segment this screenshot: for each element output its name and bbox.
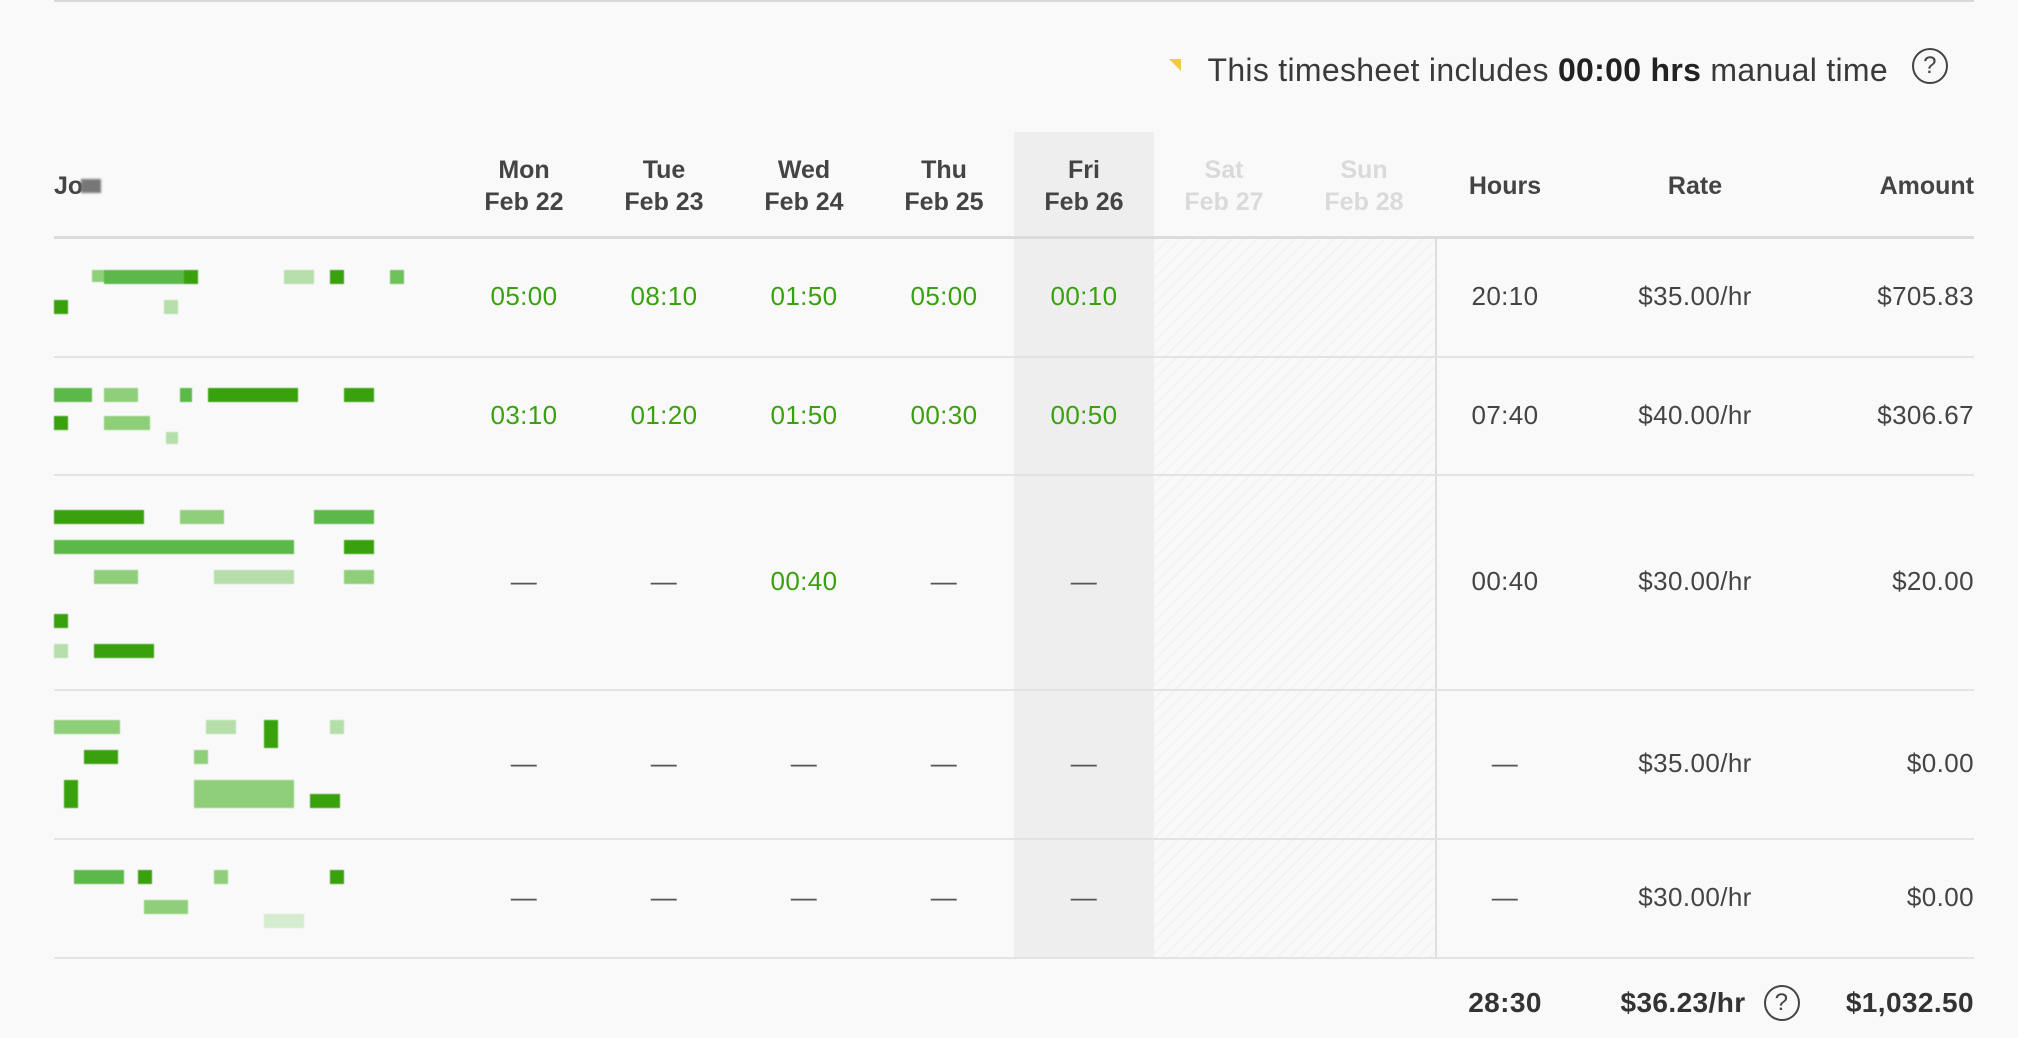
time-cell[interactable]: — [464, 741, 584, 785]
time-cell[interactable]: — [464, 559, 584, 603]
time-cell[interactable]: 05:00 [464, 274, 584, 318]
time-cell[interactable]: 00:10 [1024, 274, 1144, 318]
weekend-hatched-area [1154, 239, 1436, 958]
row-amount: $0.00 [1906, 747, 1974, 778]
time-cell[interactable]: 01:20 [604, 393, 724, 437]
header-day-fri: Fri Feb 26 [1024, 150, 1144, 222]
header-date: Feb 28 [1324, 188, 1404, 216]
row-hours: 07:40 [1471, 399, 1539, 430]
header-amount: Amount [1879, 172, 1974, 200]
time-cell[interactable]: 08:10 [604, 274, 724, 318]
row-rate: $35.00/hr [1638, 280, 1752, 311]
row-hours: — [1491, 881, 1519, 912]
time-cell[interactable]: — [604, 559, 724, 603]
header-dow: Mon [498, 156, 550, 184]
header-date: Feb 23 [624, 188, 704, 216]
time-cell[interactable]: 03:10 [464, 393, 584, 437]
row-divider [54, 838, 1974, 840]
manual-time-flag-icon [1165, 55, 1183, 73]
row-hours: 00:40 [1471, 565, 1539, 596]
header-day-tue: Tue Feb 23 [604, 150, 724, 222]
time-cell[interactable]: — [464, 875, 584, 919]
total-hours: 28:30 [1468, 987, 1542, 1018]
header-hours: Hours [1468, 172, 1542, 200]
top-divider [54, 0, 1974, 2]
time-cell[interactable]: 01:50 [744, 274, 864, 318]
header-date: Feb 24 [764, 188, 844, 216]
redacted-fragment [81, 179, 102, 193]
manual-notice-hours: 00:00 hrs [1557, 51, 1702, 88]
header-dow: Fri [1068, 156, 1100, 184]
row-rate: $30.00/hr [1638, 565, 1752, 596]
time-cell[interactable]: — [604, 741, 724, 785]
time-cell[interactable]: — [1024, 875, 1144, 919]
row-hours: 20:10 [1471, 280, 1539, 311]
time-cell[interactable]: — [884, 875, 1004, 919]
header-dow: Thu [921, 156, 967, 184]
header-day-thu: Thu Feb 25 [884, 150, 1004, 222]
total-amount: $1,032.50 [1845, 987, 1974, 1018]
time-cell[interactable]: 01:50 [744, 393, 864, 437]
row-hours: — [1491, 747, 1519, 778]
time-cell[interactable]: — [884, 741, 1004, 785]
header-job: Jo [54, 150, 102, 222]
manual-time-help-icon[interactable]: ? [1912, 48, 1948, 84]
time-cell[interactable]: 00:40 [744, 559, 864, 603]
time-cell[interactable]: 00:50 [1024, 393, 1144, 437]
totals-column-divider [1435, 239, 1437, 958]
row-divider [54, 689, 1974, 691]
table-bottom-divider [54, 957, 1974, 959]
job-name-redacted [54, 506, 434, 666]
row-rate: $30.00/hr [1638, 881, 1752, 912]
time-cell[interactable]: — [604, 875, 724, 919]
row-rate: $40.00/hr [1638, 399, 1752, 430]
job-name-redacted [54, 714, 434, 814]
time-cell[interactable]: 00:30 [884, 393, 1004, 437]
header-dow: Sat [1204, 156, 1244, 184]
time-cell[interactable]: — [744, 875, 864, 919]
manual-time-notice: This timesheet includes 00:00 hrs manual… [1165, 48, 1948, 92]
row-divider [54, 356, 1974, 358]
friday-highlight-column [1014, 132, 1154, 958]
row-amount: $306.67 [1877, 399, 1974, 430]
row-amount: $705.83 [1877, 280, 1974, 311]
job-name-redacted [54, 262, 434, 322]
row-amount: $0.00 [1906, 881, 1974, 912]
row-amount: $20.00 [1892, 565, 1974, 596]
time-cell[interactable]: — [744, 741, 864, 785]
header-date: Feb 25 [904, 188, 984, 216]
header-date: Feb 26 [1044, 188, 1124, 216]
total-rate: $36.23/hr [1620, 987, 1746, 1018]
header-divider [54, 236, 1974, 239]
header-day-mon: Mon Feb 22 [464, 150, 584, 222]
header-date: Feb 22 [484, 188, 564, 216]
row-divider [54, 474, 1974, 476]
manual-notice-suffix: manual time [1710, 51, 1888, 88]
total-rate-group: $36.23/hr ? [1580, 980, 1840, 1026]
header-day-wed: Wed Feb 24 [744, 150, 864, 222]
header-dow: Wed [777, 156, 831, 184]
header-rate: Rate [1667, 172, 1723, 200]
rate-help-icon[interactable]: ? [1763, 985, 1800, 1021]
header-date: Feb 27 [1184, 188, 1264, 216]
header-dow: Tue [642, 156, 686, 184]
job-name-redacted [54, 384, 434, 454]
header-day-sun: Sun Feb 28 [1304, 150, 1424, 222]
time-cell[interactable]: 05:00 [884, 274, 1004, 318]
time-cell[interactable]: — [884, 559, 1004, 603]
row-rate: $35.00/hr [1638, 747, 1752, 778]
header-dow: Sun [1340, 156, 1388, 184]
time-cell[interactable]: — [1024, 741, 1144, 785]
time-cell[interactable]: — [1024, 559, 1144, 603]
job-name-redacted [54, 866, 434, 936]
manual-notice-prefix: This timesheet includes [1207, 51, 1549, 88]
header-day-sat: Sat Feb 27 [1164, 150, 1284, 222]
